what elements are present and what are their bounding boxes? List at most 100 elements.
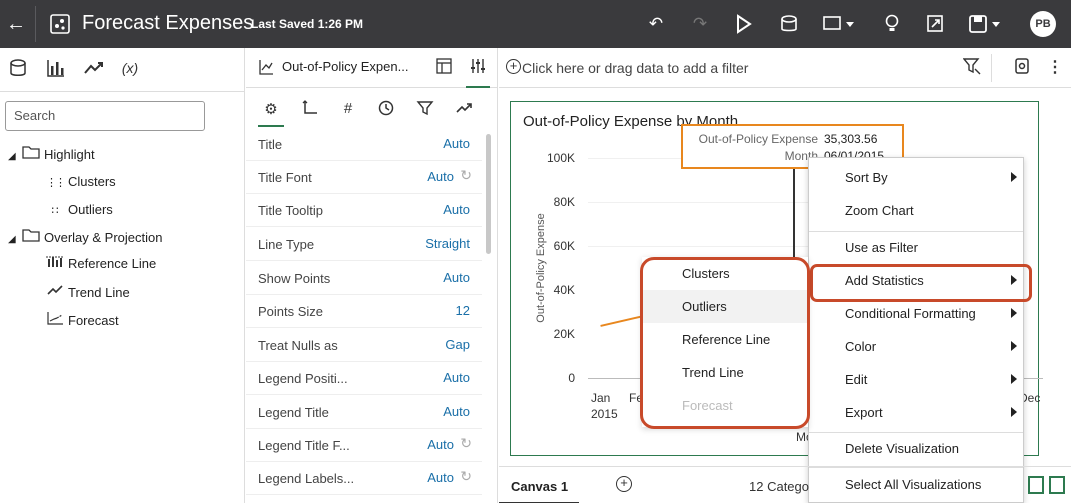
tooltip-value: 35,303.56	[824, 132, 878, 146]
x-tick-label: Jan	[591, 391, 611, 405]
reset-icon[interactable]: ↻	[460, 167, 472, 184]
menu-item-export[interactable]: Export	[809, 397, 1023, 430]
menu-label: Use as Filter	[845, 240, 918, 255]
prop-value[interactable]: Auto	[443, 404, 470, 419]
filter-settings-icon[interactable]	[963, 57, 981, 75]
general-settings-gear-icon[interactable]: ⚙	[259, 100, 283, 118]
prop-label: Line Type	[258, 237, 315, 252]
menu-item-sort-by[interactable]: Sort By	[809, 162, 1023, 195]
prop-value[interactable]: Auto	[427, 470, 454, 485]
prop-value[interactable]: Auto	[443, 270, 470, 285]
prop-show-points[interactable]: Show Points Auto	[246, 262, 482, 295]
prop-treat-nulls[interactable]: Treat Nulls as Gap	[246, 329, 482, 362]
data-tab-icon[interactable]	[4, 56, 32, 80]
reset-icon[interactable]: ↻	[460, 468, 472, 485]
menu-item-conditional-formatting[interactable]: Conditional Formatting	[809, 298, 1023, 331]
search-input[interactable]: Search	[5, 101, 205, 131]
x-year-label: 2015	[591, 407, 618, 421]
prop-line-type[interactable]: Line Type Straight	[246, 228, 482, 261]
prop-legend-labels[interactable]: Legend Labels... Auto ↻	[246, 462, 482, 495]
page-title: Forecast Expenses	[82, 12, 254, 34]
prop-label: Title	[258, 137, 283, 152]
prop-value[interactable]: Auto	[443, 136, 470, 151]
analytics-tab-icon[interactable]	[80, 56, 108, 80]
prop-value[interactable]: 12	[456, 303, 470, 318]
tree-folder-overlay-projection[interactable]: ◢ Overlay & Projection	[8, 228, 163, 248]
undo-icon[interactable]: ↶	[646, 13, 666, 35]
prop-value[interactable]: Straight	[425, 236, 470, 251]
filter-bar[interactable]: + Click here or drag data to add a filte…	[499, 48, 1071, 88]
forecast-icon	[47, 312, 63, 325]
prop-legend-title[interactable]: Legend Title Auto	[246, 396, 482, 429]
prop-title[interactable]: Title Auto	[246, 128, 482, 161]
submenu-arrow-icon	[1011, 172, 1017, 182]
save-menu-icon[interactable]	[968, 13, 1004, 35]
menu-item-color[interactable]: Color	[809, 331, 1023, 364]
properties-header: Out-of-Policy Expen...	[246, 48, 498, 88]
add-canvas-plus-icon[interactable]: +	[616, 476, 632, 492]
properties-tabs: ⚙ #	[246, 88, 498, 132]
prop-legend-position[interactable]: Legend Positi... Auto	[246, 362, 482, 395]
prop-value[interactable]: Auto	[427, 437, 454, 452]
visualizations-tab-icon[interactable]	[42, 56, 70, 80]
prop-label: Legend Title F...	[258, 438, 350, 453]
number-format-icon[interactable]: #	[336, 100, 360, 117]
prop-legend-title-font[interactable]: Legend Title F... Auto ↻	[246, 429, 482, 462]
collapse-caret-icon[interactable]: ◢	[8, 230, 22, 250]
add-filter-plus-icon[interactable]: +	[506, 59, 521, 74]
prop-value[interactable]: Auto	[427, 169, 454, 184]
reset-icon[interactable]: ↻	[460, 435, 472, 452]
preview-play-icon[interactable]	[736, 13, 752, 35]
menu-item-zoom-chart[interactable]: Zoom Chart	[809, 195, 1023, 228]
calculations-tab-icon[interactable]: (x)	[116, 56, 144, 80]
prop-value[interactable]: Gap	[445, 337, 470, 352]
prop-title-font[interactable]: Title Font Auto ↻	[246, 161, 482, 194]
layout-panel-icon[interactable]	[1028, 476, 1044, 494]
tree-item-clusters[interactable]: ⋮⋮ Clusters	[46, 172, 116, 192]
visualization-name[interactable]: Out-of-Policy Expen...	[282, 59, 408, 74]
prop-title-tooltip[interactable]: Title Tooltip Auto	[246, 194, 482, 227]
scrollbar[interactable]	[486, 134, 491, 254]
tab-canvas-1[interactable]: Canvas 1	[499, 467, 579, 503]
menu-label: Conditional Formatting	[845, 306, 976, 321]
canvas-settings-icon[interactable]	[1013, 57, 1031, 75]
grammar-panel-icon[interactable]	[436, 58, 452, 74]
tree-item-trend-line[interactable]: Trend Line	[46, 283, 130, 303]
menu-item-use-as-filter[interactable]: Use as Filter	[809, 232, 1023, 265]
redo-icon[interactable]: ↷	[690, 13, 710, 35]
data-refresh-icon[interactable]	[780, 13, 800, 35]
date-time-clock-icon[interactable]	[374, 100, 398, 116]
tree-folder-highlight[interactable]: ◢ Highlight	[8, 145, 95, 165]
properties-sliders-icon[interactable]	[470, 58, 486, 74]
more-options-kebab-icon[interactable]: ⋮	[1047, 57, 1063, 77]
layout-panel-icon[interactable]	[1049, 476, 1065, 494]
axis-icon[interactable]	[298, 100, 322, 116]
prop-value[interactable]: Auto	[443, 202, 470, 217]
data-spike-line[interactable]	[793, 168, 795, 258]
outliers-icon: ∷	[51, 205, 59, 217]
back-arrow-icon[interactable]: ←	[6, 12, 26, 36]
tree-item-forecast[interactable]: Forecast	[46, 311, 119, 331]
tree-item-reference-line[interactable]: Reference Line	[46, 254, 156, 274]
tree-label: Overlay & Projection	[44, 230, 163, 245]
filter-placeholder[interactable]: Click here or drag data to add a filter	[522, 60, 748, 76]
user-avatar[interactable]: PB	[1030, 11, 1056, 37]
prop-points-size[interactable]: Points Size 12	[246, 295, 482, 328]
analytics-trend-icon[interactable]	[452, 100, 476, 116]
menu-item-edit[interactable]: Edit	[809, 364, 1023, 397]
tree-item-outliers[interactable]: ∷ Outliers	[46, 200, 113, 220]
y-tick-label: 0	[568, 371, 575, 385]
workbook-icon	[50, 14, 70, 34]
trend-line-segment[interactable]	[600, 315, 644, 327]
insights-bulb-icon[interactable]	[884, 13, 900, 35]
menu-item-delete-visualization[interactable]: Delete Visualization	[809, 433, 1023, 466]
divider	[0, 91, 245, 92]
y-tick-label: 80K	[553, 195, 575, 209]
active-tab-underline	[258, 125, 284, 127]
export-icon[interactable]	[926, 13, 944, 35]
submenu-arrow-icon	[1011, 407, 1017, 417]
filter-funnel-icon[interactable]	[413, 100, 437, 116]
prop-value[interactable]: Auto	[443, 370, 470, 385]
collapse-caret-icon[interactable]: ◢	[8, 147, 22, 167]
comments-menu-icon[interactable]	[822, 13, 856, 35]
